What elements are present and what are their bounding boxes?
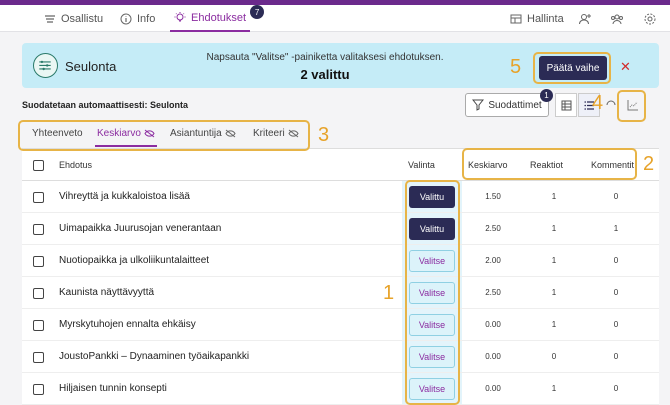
average-value: 0.00	[485, 384, 501, 393]
annotation-number-3: 3	[318, 124, 330, 146]
proposals-table: Ehdotus Valinta Keskiarvo Reaktiot Komme…	[22, 149, 659, 405]
annotation-number-1: 1	[383, 282, 395, 304]
annotation-number-5: 5	[510, 56, 522, 78]
table-icon	[561, 100, 571, 110]
row-checkbox[interactable]	[33, 192, 44, 203]
selected-count: 2 valittu	[300, 67, 350, 82]
annotation-number-4: 4	[592, 92, 604, 114]
annotation-box-3	[18, 120, 310, 151]
participate-icon	[45, 14, 55, 23]
reactions-value: 1	[551, 192, 557, 201]
comments-value: 0	[613, 256, 619, 265]
nav-tab-label: Info	[137, 12, 156, 25]
reactions-value: 0	[551, 352, 557, 361]
refresh-icon[interactable]	[605, 100, 617, 110]
reactions-value: 1	[551, 320, 557, 329]
dashboard-icon	[510, 14, 522, 23]
proposal-title[interactable]: Kaunista näyttävyyttä	[59, 287, 154, 298]
table-row[interactable]: JoustoPankki – Dynaaminen työaikapankki V…	[22, 341, 659, 373]
info-icon	[120, 13, 132, 24]
nav-tab-proposals[interactable]: Ehdotukset 7	[170, 5, 265, 32]
annotation-box-1	[405, 180, 460, 405]
comments-value: 0	[613, 288, 619, 297]
reactions-value: 1	[551, 384, 557, 393]
close-icon[interactable]: ✕	[620, 59, 631, 75]
row-checkbox[interactable]	[33, 320, 44, 331]
table-row[interactable]: Nuotiopaikka ja ulkoliikuntalaitteet Vali…	[22, 245, 659, 277]
row-checkbox[interactable]	[33, 288, 44, 299]
reactions-value: 1	[551, 288, 557, 297]
average-value: 2.50	[485, 288, 501, 297]
top-nav: Osallistu Info Ehdotukset 7 Hallinta	[0, 5, 670, 32]
proposals-count-badge: 7	[250, 5, 265, 19]
comments-value: 0	[613, 192, 619, 201]
row-checkbox[interactable]	[33, 256, 44, 267]
annotation-box-2	[462, 148, 637, 180]
banner-message: Napsauta "Valitse" -painiketta valitakse…	[206, 52, 444, 63]
filter-icon	[472, 99, 485, 111]
table-row[interactable]: Vihreyttä ja kukkaloistoa lisää Valittu 1.…	[22, 181, 659, 213]
average-value: 2.00	[485, 256, 501, 265]
auto-filter-label: Suodatetaan automaattisesti: Seulonta	[22, 100, 189, 110]
annotation-box-5	[533, 52, 611, 84]
nav-manage[interactable]: Hallinta	[510, 5, 564, 32]
banner-title: Seulonta	[65, 59, 117, 74]
annotation-number-2: 2	[643, 153, 655, 175]
proposal-title[interactable]: Vihreyttä ja kukkaloistoa lisää	[59, 191, 190, 202]
table-row[interactable]: Myrskytuhojen ennalta ehkäisy Valitse 0.00…	[22, 309, 659, 341]
group-icon[interactable]	[610, 12, 624, 26]
select-all-checkbox[interactable]	[33, 160, 44, 171]
comments-value: 0	[613, 320, 619, 329]
comments-value: 1	[613, 224, 619, 233]
lightbulb-icon	[174, 11, 186, 21]
filters-count-badge: 1	[540, 89, 553, 102]
comments-value: 0	[613, 384, 619, 393]
gear-icon[interactable]	[643, 12, 657, 26]
average-value: 2.50	[485, 224, 501, 233]
proposal-title[interactable]: Nuotiopaikka ja ulkoliikuntalaitteet	[59, 255, 209, 266]
proposal-title[interactable]: Myrskytuhojen ennalta ehkäisy	[59, 319, 196, 330]
reactions-value: 1	[551, 224, 557, 233]
nav-tab-participate[interactable]: Osallistu	[44, 5, 103, 32]
nav-tab-info[interactable]: Info	[120, 5, 155, 32]
average-value: 1.50	[485, 192, 501, 201]
header-proposal[interactable]: Ehdotus	[59, 160, 92, 170]
comments-value: 0	[613, 352, 619, 361]
nav-tab-label: Ehdotukset	[191, 11, 247, 24]
add-user-icon[interactable]	[578, 12, 592, 26]
proposal-title[interactable]: Hiljaisen tunnin konsepti	[59, 383, 167, 394]
average-value: 0.00	[485, 352, 501, 361]
row-checkbox[interactable]	[33, 352, 44, 363]
row-checkbox[interactable]	[33, 224, 44, 235]
sieve-icon	[33, 53, 58, 78]
row-checkbox[interactable]	[33, 384, 44, 395]
table-view-button[interactable]	[555, 93, 577, 117]
table-row[interactable]: Hiljaisen tunnin konsepti Valitse 0.00 1 0	[22, 373, 659, 405]
average-value: 0.00	[485, 320, 501, 329]
nav-tab-label: Osallistu	[61, 12, 104, 25]
table-row[interactable]: Kaunista näyttävyyttä Valitse 2.50 1 0	[22, 277, 659, 309]
table-row[interactable]: Uimapaikka Juurusojan venerantaan Valittu…	[22, 213, 659, 245]
filters-button[interactable]: Suodattimet	[465, 93, 549, 117]
proposal-title[interactable]: Uimapaikka Juurusojan venerantaan	[59, 223, 221, 234]
proposal-title[interactable]: JoustoPankki – Dynaaminen työaikapankki	[59, 351, 249, 362]
annotation-box-4	[617, 90, 646, 122]
nav-manage-label: Hallinta	[527, 12, 564, 25]
reactions-value: 1	[551, 256, 557, 265]
filters-button-label: Suodattimet	[488, 99, 542, 111]
header-selection[interactable]: Valinta	[408, 160, 435, 170]
